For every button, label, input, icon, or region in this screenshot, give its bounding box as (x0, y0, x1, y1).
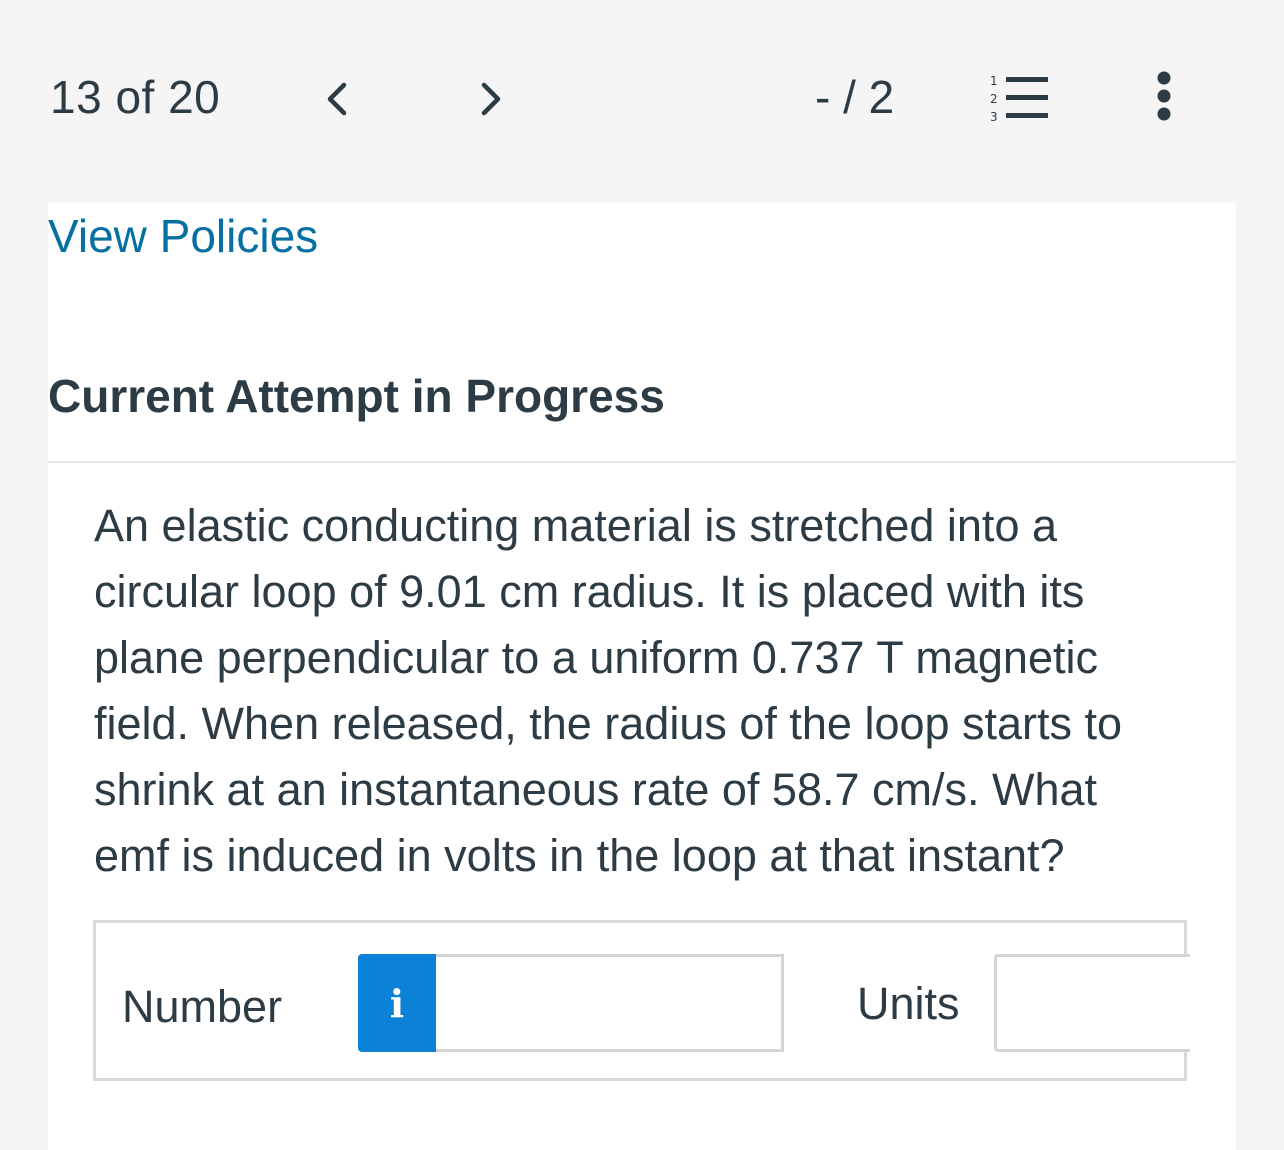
previous-question-button[interactable] (312, 74, 362, 124)
view-policies-link[interactable]: View Policies (48, 209, 318, 263)
question-score: - / 2 (815, 71, 895, 123)
svg-text:1: 1 (990, 74, 998, 88)
more-options-button[interactable] (1142, 70, 1186, 130)
svg-text:2: 2 (990, 92, 998, 106)
question-counter: 13 of 20 (50, 71, 221, 123)
info-button[interactable]: i (358, 954, 436, 1052)
chevron-left-icon (327, 82, 347, 116)
svg-text:3: 3 (990, 110, 998, 124)
number-label: Number (122, 981, 283, 1032)
question-card: View Policies Current Attempt in Progres… (48, 203, 1236, 1150)
numbered-list-icon: 1 2 3 (990, 74, 1048, 124)
number-input[interactable] (436, 954, 784, 1052)
top-bar: 13 of 20 - / 2 1 2 3 (0, 0, 1284, 200)
attempt-heading: Current Attempt in Progress (48, 370, 665, 422)
more-vertical-icon (1157, 71, 1171, 121)
units-select[interactable] (994, 954, 1190, 1052)
answer-box: Number i Units (93, 920, 1190, 1081)
info-icon: i (389, 980, 405, 1026)
question-text: An elastic conducting material is stretc… (94, 500, 1123, 881)
next-question-button[interactable] (466, 74, 516, 124)
section-divider (48, 461, 1236, 463)
units-label: Units (857, 978, 960, 1029)
question-list-button[interactable]: 1 2 3 (986, 72, 1050, 128)
chevron-right-icon (481, 82, 501, 116)
